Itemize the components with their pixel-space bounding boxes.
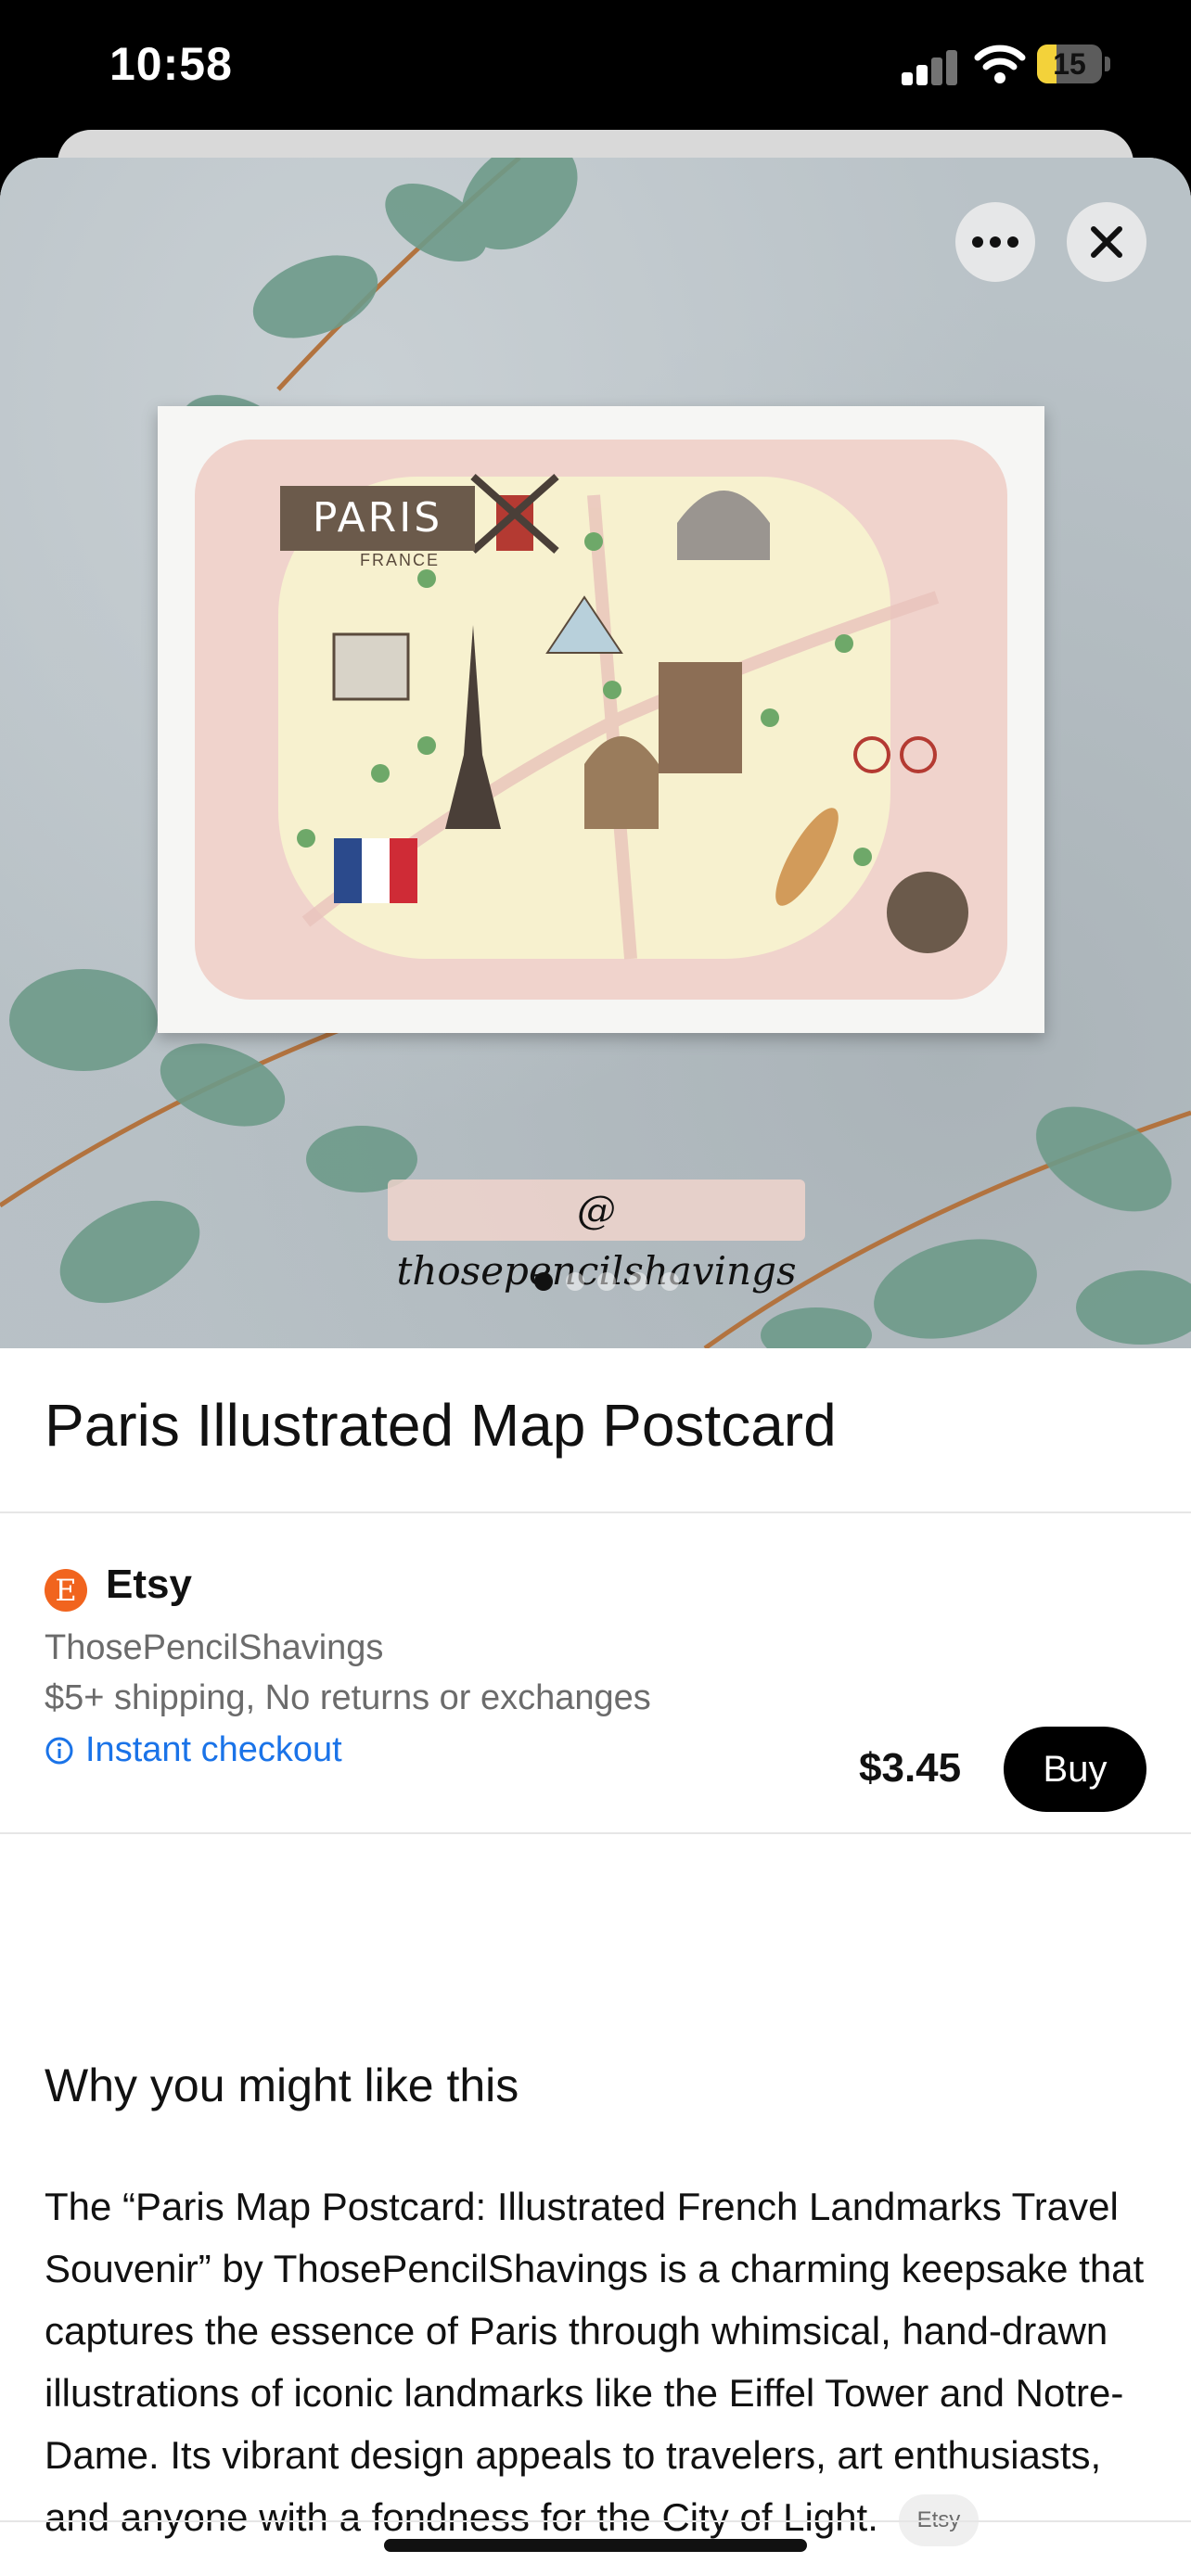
why-body: The “Paris Map Postcard: Illustrated Fre… <box>45 2185 1145 2539</box>
battery-body: 15 <box>1037 45 1102 83</box>
watermark: @ thosepencilshavings <box>388 1180 805 1294</box>
wifi-icon <box>974 45 1026 85</box>
carousel-dot[interactable] <box>534 1272 553 1291</box>
instant-checkout-label: Instant checkout <box>85 1730 342 1769</box>
carousel-dot[interactable] <box>629 1272 647 1291</box>
map-illustration: PARIS FRANCE <box>195 440 1007 1000</box>
map-banner: PARIS <box>280 486 475 551</box>
divider <box>0 2520 1191 2522</box>
close-icon <box>1091 226 1122 258</box>
instant-checkout-link[interactable]: Instant checkout <box>45 1730 342 1770</box>
home-indicator <box>384 2539 807 2552</box>
signal-icon <box>902 48 959 85</box>
product-sheet: PARIS FRANCE @ thosepencilshavings Paris… <box>0 158 1191 2576</box>
carousel-dot[interactable] <box>660 1272 679 1291</box>
why-heading: Why you might like this <box>45 2060 519 2111</box>
product-title: Paris Illustrated Map Postcard <box>45 1392 837 1459</box>
battery-level: 15 <box>1053 47 1086 81</box>
why-description: The “Paris Map Postcard: Illustrated Fre… <box>45 2175 1148 2548</box>
close-button[interactable] <box>1067 202 1146 282</box>
carousel-dot[interactable] <box>566 1272 584 1291</box>
merchant-name[interactable]: Etsy <box>106 1562 192 1608</box>
buy-button[interactable]: Buy <box>1004 1727 1146 1812</box>
battery-cap <box>1105 57 1110 71</box>
etsy-logo-icon: E <box>45 1569 87 1612</box>
more-button[interactable] <box>955 202 1035 282</box>
carousel-dots <box>534 1272 679 1291</box>
carousel-dot[interactable] <box>597 1272 616 1291</box>
postcard: PARIS FRANCE <box>158 406 1044 1033</box>
shipping-info: $5+ shipping, No returns or exchanges <box>45 1678 651 1717</box>
status-time: 10:58 <box>109 38 233 90</box>
seller-name: ThosePencilShavings <box>45 1628 384 1667</box>
map-subtitle: FRANCE <box>360 551 441 569</box>
divider <box>0 1511 1191 1513</box>
status-bar: 10:58 15 <box>0 0 1191 139</box>
product-image[interactable]: PARIS FRANCE @ thosepencilshavings <box>0 158 1191 1348</box>
more-icon <box>972 236 1018 248</box>
info-icon <box>45 1737 73 1764</box>
divider <box>0 1832 1191 1834</box>
price: $3.45 <box>859 1745 962 1791</box>
battery-icon: 15 <box>1037 45 1111 85</box>
